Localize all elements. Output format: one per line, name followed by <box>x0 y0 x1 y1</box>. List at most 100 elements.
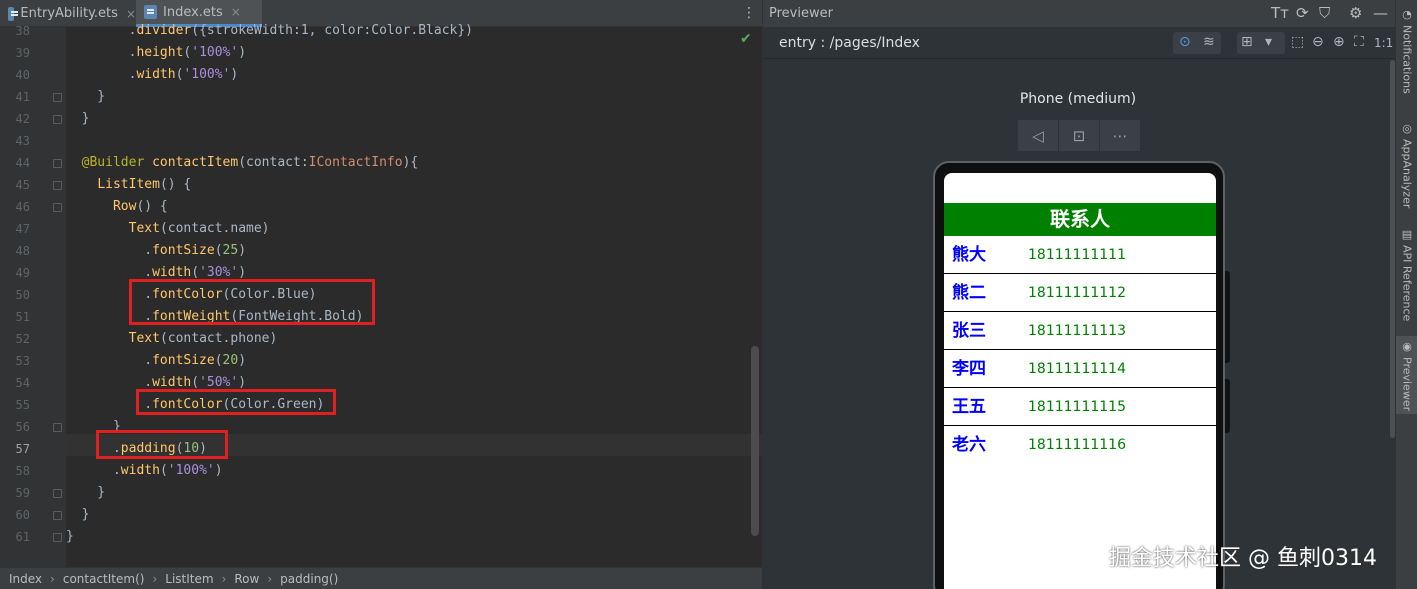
fit-frame-icon[interactable]: ⬚ <box>1291 34 1304 50</box>
breadcrumb-item[interactable]: padding() <box>280 572 338 586</box>
device-label: Phone (medium) <box>1019 91 1137 107</box>
contact-row[interactable]: 李四 18111111114 <box>944 350 1216 388</box>
refresh-icon[interactable]: ⟳ <box>1296 4 1309 22</box>
previewer-pane[interactable]: Previewer Tт ⟳ ⛉ ⚙ — entry : /pages/Inde… <box>762 0 1396 589</box>
line-number: 55 <box>15 398 30 412</box>
fold-marker-icon[interactable] <box>53 511 62 520</box>
actual-size-button[interactable]: 1:1 <box>1374 36 1393 50</box>
layers-icon[interactable]: ≋ <box>1203 34 1215 50</box>
app-title: 联系人 <box>944 203 1216 236</box>
breadcrumb-separator-icon: › <box>152 571 158 586</box>
contact-phone: 18111111115 <box>1028 399 1126 415</box>
line-number: 50 <box>15 288 30 302</box>
contact-row[interactable]: 张三 18111111113 <box>944 312 1216 350</box>
fold-marker-icon[interactable] <box>53 115 62 124</box>
contact-list[interactable]: 熊大 18111111111 熊二 18111111112 张三 18111111113 李… <box>944 236 1216 464</box>
line-number: 53 <box>15 354 30 368</box>
contact-phone: 18111111114 <box>1028 361 1126 377</box>
code-editor-pane[interactable]: EntryAbility.ets × Index.ets × ⋮ 38 39 40 4… <box>0 0 762 589</box>
minimize-icon[interactable]: — <box>1373 4 1388 22</box>
line-number: 43 <box>15 134 30 148</box>
line-number: 51 <box>15 310 30 324</box>
close-icon[interactable]: × <box>231 5 241 19</box>
line-number: 57 <box>15 442 30 456</box>
chevron-down-icon[interactable]: ▾ <box>1265 34 1272 50</box>
eye-icon: ◉ <box>1400 340 1414 353</box>
code-line: } <box>66 89 106 104</box>
filter-icon[interactable]: ⛉ <box>1319 4 1330 22</box>
ets-file-icon <box>144 5 157 19</box>
line-number: 56 <box>15 420 30 434</box>
side-tab-label: Notifications <box>1400 25 1414 94</box>
line-number: 61 <box>15 530 30 544</box>
line-number: 48 <box>15 244 30 258</box>
breadcrumb-separator-icon: › <box>50 571 55 586</box>
line-number: 38 <box>15 24 30 38</box>
side-tab-api-reference[interactable]: ▤ API Reference <box>1396 224 1417 324</box>
font-size-icon[interactable]: Tт <box>1271 4 1289 22</box>
fold-marker-icon[interactable] <box>53 489 62 498</box>
side-tab-previewer[interactable]: ◉ Previewer <box>1396 336 1417 414</box>
fold-marker-icon[interactable] <box>53 93 62 102</box>
inspector-icon[interactable]: ⊙ <box>1179 34 1191 50</box>
line-number: 59 <box>15 486 30 500</box>
analyzer-icon: ◎ <box>1400 122 1414 135</box>
contact-row[interactable]: 熊大 18111111111 <box>944 236 1216 274</box>
app-screen[interactable]: 联系人 熊大 18111111111 熊二 18111111112 张三 18111111… <box>944 173 1216 589</box>
highlight-box-fontcolor-green <box>136 389 336 415</box>
side-tab-label: API Reference <box>1400 245 1414 322</box>
line-number-gutter[interactable]: 38 39 40 41 42 43 44 45 46 47 48 49 50 51 52 53 54 55 56 57… <box>0 24 66 567</box>
code-line: .divider({strokeWidth:1, color:Color.Bla… <box>66 23 474 38</box>
line-number: 47 <box>15 222 30 236</box>
zoom-in-icon[interactable]: ⊕ <box>1333 34 1345 50</box>
line-number: 58 <box>15 464 30 478</box>
breadcrumb-item[interactable]: Index <box>9 572 42 586</box>
contact-row[interactable]: 王五 18111111115 <box>944 388 1216 426</box>
ets-file-icon <box>8 6 19 21</box>
highlight-box-fontcolor-fontweight <box>129 279 375 325</box>
editor-scrollbar[interactable] <box>751 346 759 536</box>
contact-name: 熊大 <box>952 245 986 265</box>
inspection-ok-icon[interactable]: ✔ <box>740 31 752 47</box>
watermark: 掘金技术社区 @ 鱼刺0314 <box>1109 546 1377 571</box>
side-tab-label: Previewer <box>1400 357 1414 412</box>
fold-marker-icon[interactable] <box>53 203 62 212</box>
contact-row[interactable]: 熊二 18111111112 <box>944 274 1216 312</box>
device-controls: ◁ ⊡ ⋯ <box>1018 120 1140 151</box>
code-line: .fontSize(20) <box>66 353 247 368</box>
code-line: .width('100%') <box>66 67 239 82</box>
back-icon[interactable]: ◁ <box>1018 120 1059 151</box>
contact-phone: 18111111112 <box>1028 285 1126 301</box>
line-number: 52 <box>15 332 30 346</box>
breadcrumb-item[interactable]: ListItem <box>165 572 213 586</box>
previewer-header: Previewer Tт ⟳ ⛉ ⚙ — <box>763 0 1396 27</box>
code-line: .height('100%') <box>66 45 247 60</box>
contact-phone: 18111111111 <box>1028 247 1126 263</box>
side-tab-appanalyzer[interactable]: ◎ AppAnalyzer <box>1396 118 1417 210</box>
more-horizontal-icon[interactable]: ⋯ <box>1100 120 1140 151</box>
zoom-out-icon[interactable]: ⊖ <box>1312 34 1324 50</box>
more-vertical-icon[interactable]: ⋮ <box>742 5 756 21</box>
book-icon: ▤ <box>1400 228 1414 241</box>
rotate-icon[interactable]: ⊡ <box>1059 120 1100 151</box>
right-tool-strip: ◔ Notifications ◎ AppAnalyzer ▤ API Refe… <box>1395 0 1417 589</box>
grid-icon[interactable]: ⊞ <box>1241 34 1253 50</box>
code-line: ListItem() { <box>97 177 192 192</box>
fold-marker-icon[interactable] <box>53 533 62 542</box>
fold-marker-icon[interactable] <box>53 159 62 168</box>
fullscreen-icon[interactable]: ⛶ <box>1354 34 1364 50</box>
fold-marker-icon[interactable] <box>53 181 62 190</box>
contact-name: 张三 <box>952 321 986 341</box>
side-tab-notifications[interactable]: ◔ Notifications <box>1396 4 1417 100</box>
contact-row[interactable]: 老六 18111111116 <box>944 426 1216 464</box>
line-number: 60 <box>15 508 30 522</box>
close-icon[interactable]: × <box>126 7 136 21</box>
route-label: entry : /pages/Index <box>779 35 920 51</box>
gear-icon[interactable]: ⚙ <box>1349 4 1362 22</box>
breadcrumb-item[interactable]: contactItem() <box>63 572 145 586</box>
breadcrumb-separator-icon: › <box>267 571 273 586</box>
line-number: 39 <box>15 46 30 60</box>
breadcrumb-item[interactable]: Row <box>234 572 259 586</box>
fold-marker-icon[interactable] <box>53 423 62 432</box>
phone-frame: 联系人 熊大 18111111111 熊二 18111111112 张三 18111111… <box>933 161 1230 589</box>
